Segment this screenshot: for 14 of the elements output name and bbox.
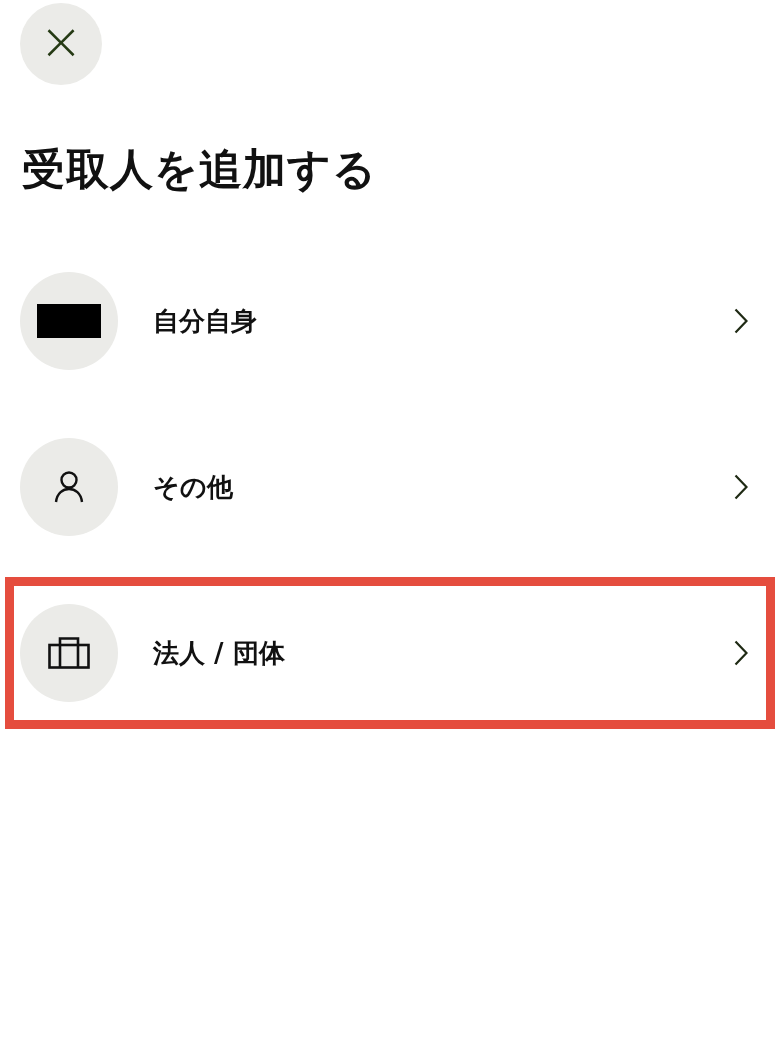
recipient-option[interactable]: 自分自身 [5,245,775,397]
page-title: 受取人を追加する [22,143,378,196]
person-icon [54,471,84,503]
option-label: その他 [153,470,234,504]
chevron-right-icon [734,640,748,666]
option-label: 法人 / 団体 [153,636,286,670]
close-button[interactable]: × [20,3,102,85]
chevron-right-icon [734,474,748,500]
recipient-option[interactable]: 法人 / 団体 [5,577,775,729]
recipient-option[interactable]: その他 [5,411,775,563]
redacted-block-icon [37,304,101,338]
briefcase-icon [48,637,90,669]
chevron-right-icon [734,308,748,334]
option-label: 自分自身 [153,304,258,338]
